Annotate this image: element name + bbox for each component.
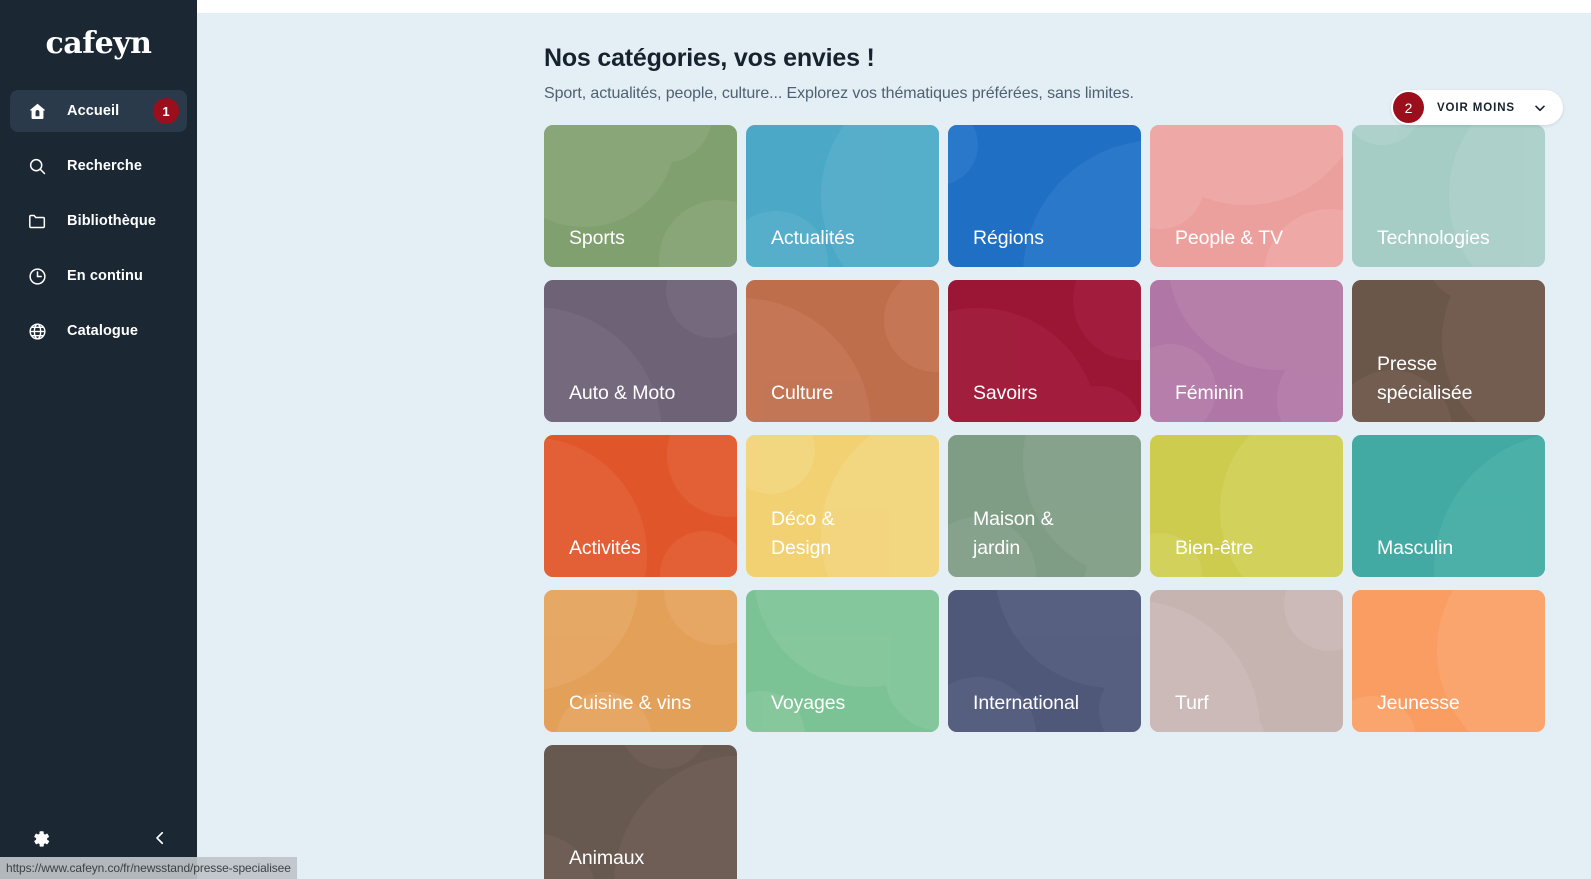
sidebar-item-label: Bibliothèque bbox=[67, 213, 156, 229]
category-tile-label: Cuisine & vins bbox=[569, 691, 692, 714]
chevron-down-icon bbox=[1532, 100, 1548, 116]
categories-page: Nos catégories, vos envies ! Sport, actu… bbox=[197, 13, 1591, 879]
voir-moins-label: VOIR MOINS bbox=[1436, 101, 1515, 114]
sidebar-item-recherche[interactable]: Recherche bbox=[10, 145, 187, 187]
main-content: Nos catégories, vos envies ! Sport, actu… bbox=[197, 0, 1591, 879]
category-tile-label: Jeunesse bbox=[1377, 691, 1460, 714]
category-tile[interactable]: Maison & jardin bbox=[948, 435, 1141, 577]
category-tile[interactable]: Technologies bbox=[1352, 125, 1545, 267]
home-icon bbox=[24, 98, 50, 124]
category-tile[interactable]: Voyages bbox=[746, 590, 939, 732]
category-tile[interactable]: Masculin bbox=[1352, 435, 1545, 577]
category-tile[interactable]: Auto & Moto bbox=[544, 280, 737, 422]
category-tile[interactable]: Turf bbox=[1150, 590, 1343, 732]
category-tile[interactable]: Presse spécialisée bbox=[1352, 280, 1545, 422]
category-tile-label: Maison & jardin bbox=[973, 508, 1054, 559]
category-tile-label: Sports bbox=[569, 226, 625, 249]
status-bar-url: https://www.cafeyn.co/fr/newsstand/press… bbox=[0, 857, 297, 879]
search-icon bbox=[24, 153, 50, 179]
category-tile[interactable]: Cuisine & vins bbox=[544, 590, 737, 732]
category-tile[interactable]: Culture bbox=[746, 280, 939, 422]
category-tile-label: Bien-être bbox=[1175, 536, 1254, 559]
brand-logo-text: cafeyn bbox=[45, 25, 152, 61]
category-tile[interactable]: Animaux bbox=[544, 745, 737, 879]
category-tile-label: Auto & Moto bbox=[569, 381, 676, 404]
chevron-left-icon[interactable] bbox=[151, 829, 169, 850]
category-tile[interactable]: Féminin bbox=[1150, 280, 1343, 422]
categories-grid: Sports Actualités Régions People & TV Techno… bbox=[544, 125, 1570, 879]
category-tile[interactable]: Jeunesse bbox=[1352, 590, 1545, 732]
category-tile-label: Presse spécialisée bbox=[1377, 353, 1473, 404]
category-tile-label: Voyages bbox=[771, 691, 846, 714]
category-tile[interactable]: International bbox=[948, 590, 1141, 732]
category-tile-label: Animaux bbox=[569, 846, 645, 869]
sidebar-item-bibliotheque[interactable]: Bibliothèque bbox=[10, 200, 187, 242]
category-tile-label: Masculin bbox=[1377, 536, 1454, 559]
category-tile[interactable]: People & TV bbox=[1150, 125, 1343, 267]
category-tile[interactable]: Actualités bbox=[746, 125, 939, 267]
sidebar-nav: Accueil 1 Recherche Bibliothèque En cont… bbox=[0, 90, 197, 352]
voir-moins-badge: 2 bbox=[1392, 92, 1424, 123]
category-tile-label: Actualités bbox=[771, 226, 855, 249]
app-root: cafeyn Accueil 1 Recherche Bibliothèque … bbox=[0, 0, 1591, 879]
sidebar-footer bbox=[0, 827, 197, 851]
gear-icon[interactable] bbox=[28, 827, 52, 851]
sidebar-item-catalogue[interactable]: Catalogue bbox=[10, 310, 187, 352]
category-tile[interactable]: Déco & Design bbox=[746, 435, 939, 577]
category-tile[interactable]: Savoirs bbox=[948, 280, 1141, 422]
globe-icon bbox=[24, 318, 50, 344]
category-tile-label: Régions bbox=[973, 226, 1044, 249]
sidebar-item-label: Accueil bbox=[67, 103, 120, 119]
sidebar-item-label: Recherche bbox=[67, 158, 143, 174]
voir-moins-button[interactable]: 2 VOIR MOINS bbox=[1390, 90, 1563, 125]
sidebar-item-en-continu[interactable]: En continu bbox=[10, 255, 187, 297]
category-tile-label: Culture bbox=[771, 381, 834, 404]
sidebar-badge-accueil: 1 bbox=[153, 98, 179, 124]
category-tile-label: Activités bbox=[569, 536, 641, 559]
category-tile-label: International bbox=[973, 691, 1080, 714]
brand-logo[interactable]: cafeyn bbox=[0, 0, 197, 86]
sidebar-item-label: En continu bbox=[67, 268, 143, 284]
sidebar: cafeyn Accueil 1 Recherche Bibliothèque … bbox=[0, 0, 197, 879]
category-tile-label: Déco & Design bbox=[771, 508, 835, 559]
category-tile[interactable]: Bien-être bbox=[1150, 435, 1343, 577]
category-tile-label: Technologies bbox=[1377, 226, 1490, 249]
category-tile-label: Turf bbox=[1175, 691, 1209, 714]
clock-icon bbox=[24, 263, 50, 289]
category-tile[interactable]: Régions bbox=[948, 125, 1141, 267]
sidebar-item-label: Catalogue bbox=[67, 323, 138, 339]
scroll-area[interactable]: Nos catégories, vos envies ! Sport, actu… bbox=[197, 13, 1591, 879]
voir-moins-wrap: 2 VOIR MOINS bbox=[1390, 90, 1563, 125]
sidebar-item-accueil[interactable]: Accueil 1 bbox=[10, 90, 187, 132]
category-tile[interactable]: Sports bbox=[544, 125, 737, 267]
category-tile-label: Féminin bbox=[1175, 381, 1244, 404]
category-tile-label: Savoirs bbox=[973, 381, 1038, 404]
category-tile-label: People & TV bbox=[1175, 226, 1284, 249]
category-tile[interactable]: Activités bbox=[544, 435, 737, 577]
page-title: Nos catégories, vos envies ! bbox=[544, 44, 875, 72]
folder-icon bbox=[24, 208, 50, 234]
